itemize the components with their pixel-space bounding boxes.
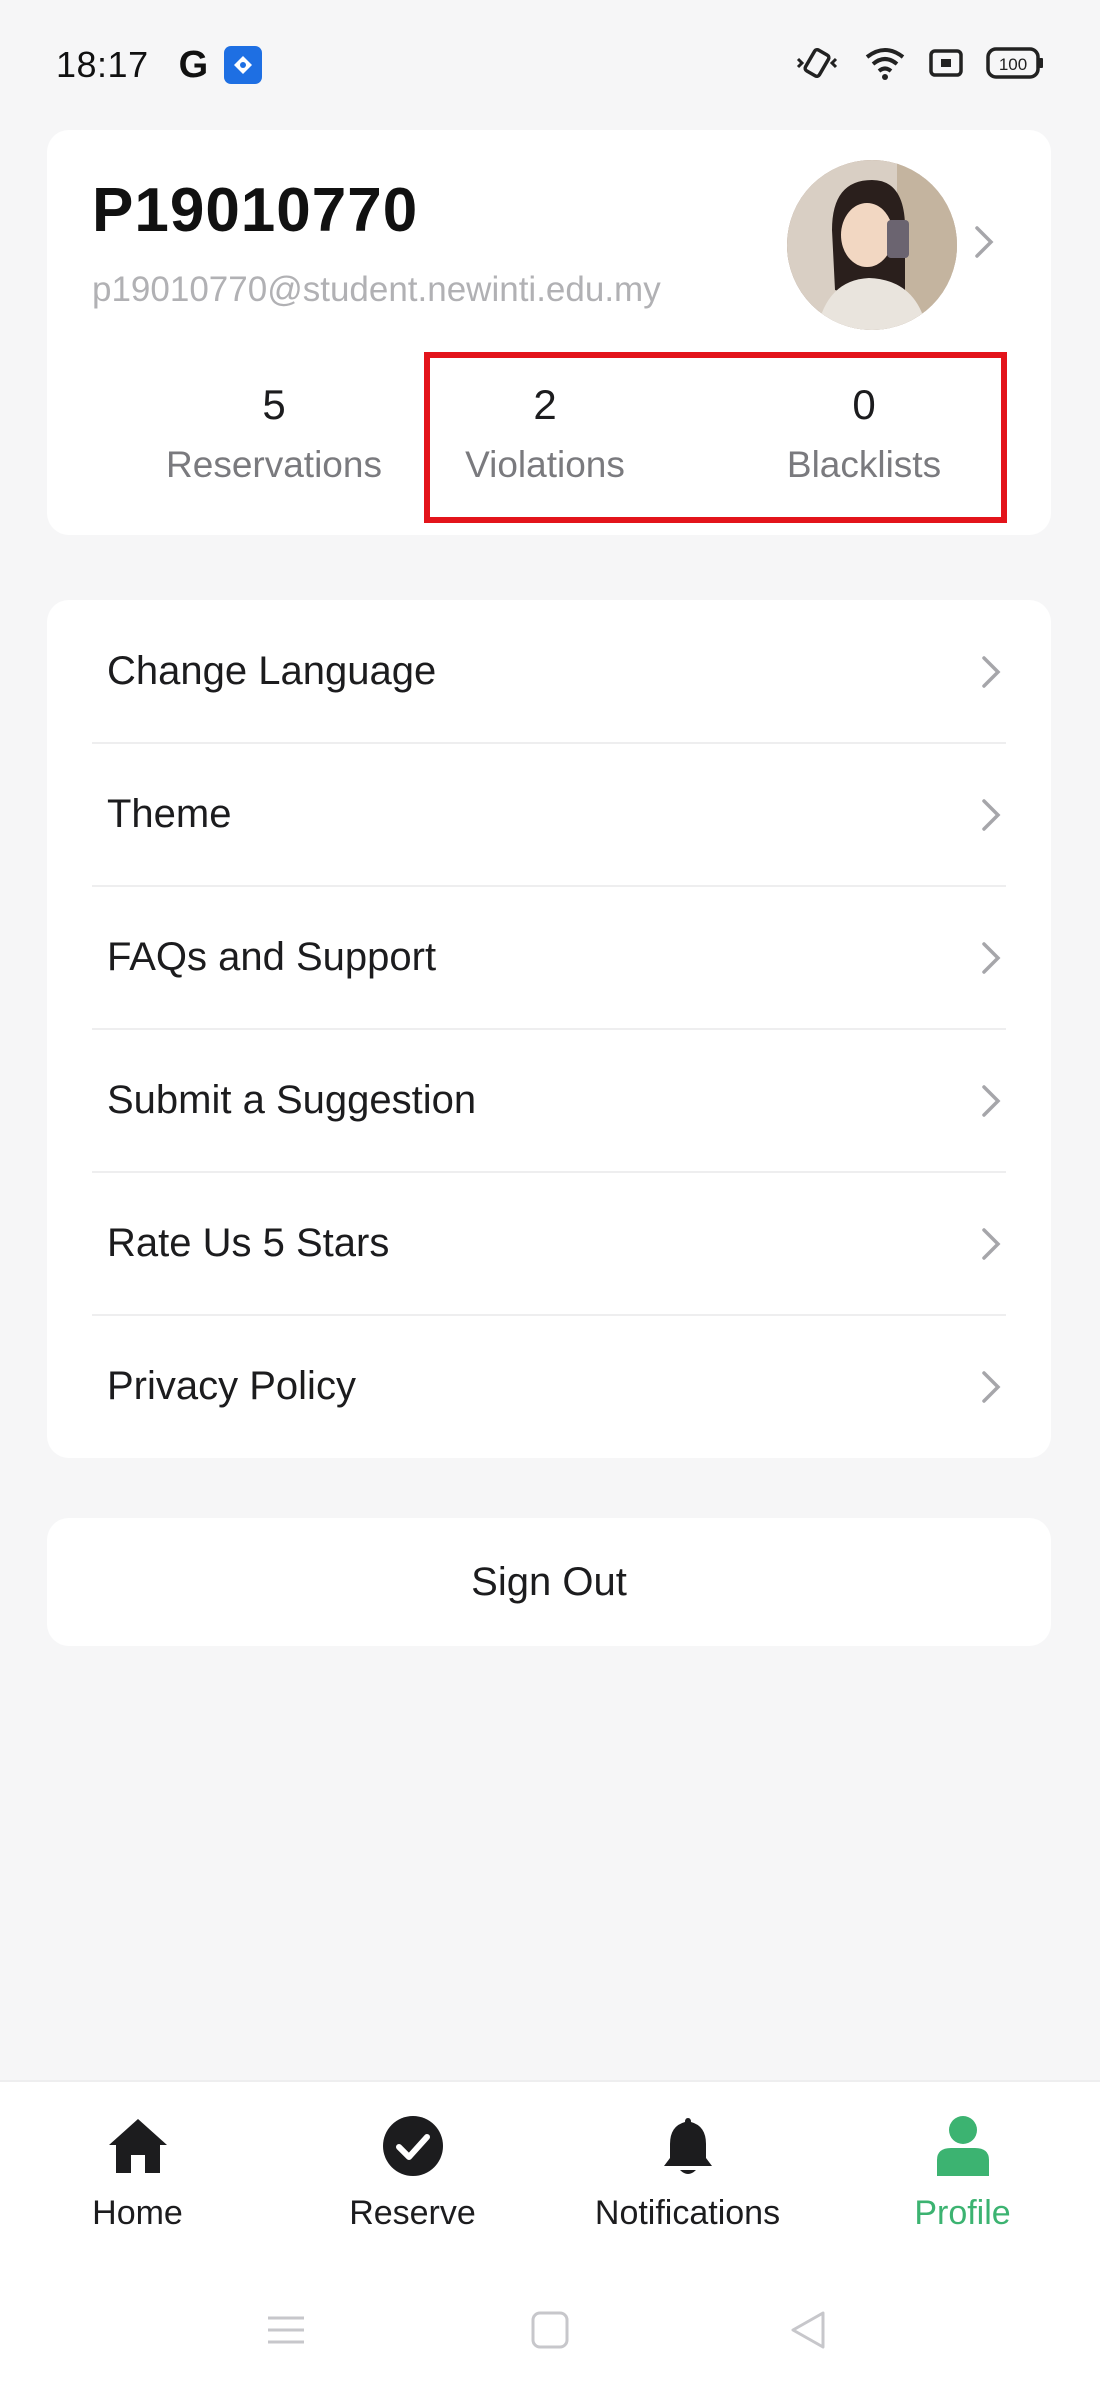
nav-item-reserve[interactable]: Reserve: [275, 2112, 550, 2233]
status-bar: 18:17 G 100: [0, 0, 1100, 130]
user-email: p19010770@student.newinti.edu.my: [92, 270, 661, 309]
person-icon: [825, 2112, 1100, 2180]
menu-item-rate-us[interactable]: Rate Us 5 Stars: [47, 1172, 1051, 1315]
chevron-right-icon[interactable]: [972, 222, 996, 267]
chevron-right-icon: [979, 1224, 1003, 1269]
nav-label: Notifications: [594, 2194, 781, 2232]
sign-out-label: Sign Out: [471, 1559, 627, 1604]
chevron-right-icon: [979, 795, 1003, 840]
vibrate-icon: [792, 45, 842, 86]
wifi-icon: [864, 45, 906, 86]
menu-item-label: Theme: [107, 792, 232, 836]
chevron-right-icon: [979, 1367, 1003, 1412]
sign-out-button[interactable]: Sign Out: [47, 1518, 1051, 1646]
status-time: 18:17: [56, 44, 149, 85]
menu-item-theme[interactable]: Theme: [47, 743, 1051, 886]
svg-text:100: 100: [999, 55, 1027, 74]
bell-icon: [550, 2112, 825, 2180]
bottom-nav: Home Reserve Notifications Profile: [0, 2080, 1100, 2280]
menu-item-label: Change Language: [107, 649, 437, 693]
home-icon: [0, 2112, 275, 2180]
system-nav-bar: [0, 2280, 1100, 2385]
battery-icon: 100: [986, 45, 1044, 86]
nav-item-home[interactable]: Home: [0, 2112, 275, 2233]
menu-icon[interactable]: [266, 2310, 306, 2355]
highlight-annotation-box: [424, 352, 1007, 523]
menu-item-label: Rate Us 5 Stars: [107, 1221, 390, 1265]
chevron-right-icon: [979, 1081, 1003, 1126]
back-icon[interactable]: [788, 2310, 828, 2355]
nav-label: Profile: [914, 2194, 1011, 2232]
google-icon: G: [178, 43, 209, 86]
menu-item-label: FAQs and Support: [107, 935, 437, 979]
settings-menu: Change Language Theme FAQs and Support S…: [47, 600, 1051, 1458]
stat-value: 5: [262, 381, 286, 428]
check-circle-icon: [275, 2112, 550, 2180]
avatar[interactable]: [787, 160, 957, 330]
home-button-icon[interactable]: [530, 2310, 570, 2355]
stat-label: Reservations: [166, 444, 382, 485]
menu-item-submit-suggestion[interactable]: Submit a Suggestion: [47, 1029, 1051, 1172]
stat-reservations[interactable]: 5 Reservations: [124, 375, 424, 493]
menu-item-label: Privacy Policy: [107, 1364, 356, 1408]
nav-label: Home: [92, 2194, 183, 2232]
app-icon: [224, 46, 263, 84]
menu-item-label: Submit a Suggestion: [107, 1078, 477, 1122]
nav-item-profile[interactable]: Profile: [825, 2112, 1100, 2233]
nav-item-notifications[interactable]: Notifications: [550, 2112, 825, 2233]
cast-icon: [928, 46, 964, 85]
menu-item-change-language[interactable]: Change Language: [47, 600, 1051, 743]
user-id: P19010770: [92, 176, 419, 245]
nav-label: Reserve: [349, 2194, 476, 2232]
chevron-right-icon: [979, 652, 1003, 697]
chevron-right-icon: [979, 938, 1003, 983]
menu-item-privacy-policy[interactable]: Privacy Policy: [47, 1315, 1051, 1458]
menu-item-faqs-support[interactable]: FAQs and Support: [47, 886, 1051, 1029]
